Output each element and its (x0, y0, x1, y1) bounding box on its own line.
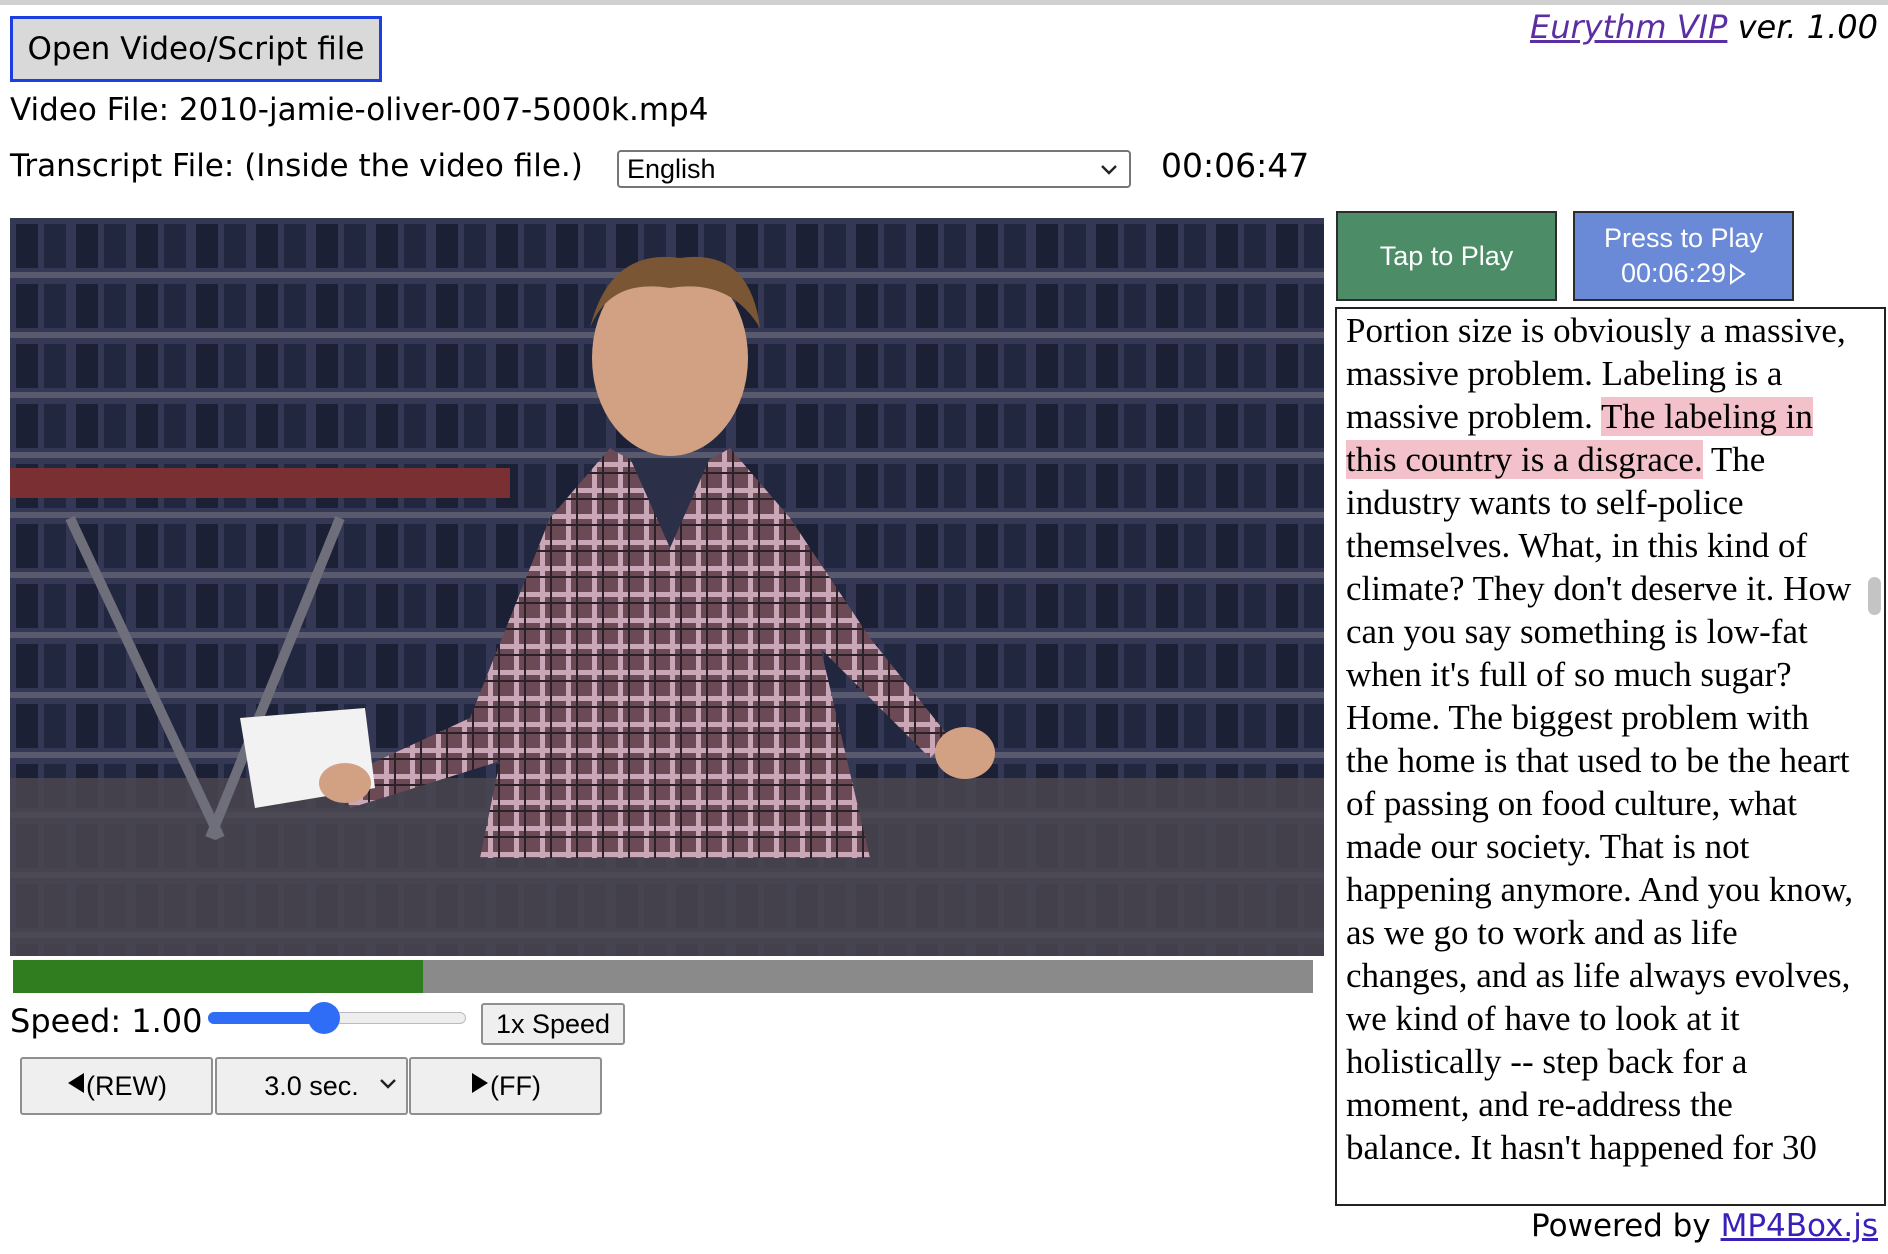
transcript-file-value: (Inside the video file.) (244, 148, 583, 184)
play-outline-icon (1728, 262, 1746, 286)
app-brand: Eurythm VIP ver. 1.00 (1530, 8, 1878, 46)
language-selected: English (627, 153, 716, 184)
transcript-text-after: The industry wants to self-police themse… (1346, 440, 1854, 1167)
reset-speed-button[interactable]: 1x Speed (481, 1003, 625, 1045)
brand-version: ver. 1.00 (1737, 8, 1878, 46)
video-file-label: Video File: (10, 92, 170, 128)
speed-value: 1.00 (131, 1002, 203, 1040)
triangle-left-icon (66, 1071, 86, 1102)
video-file-info: Video File: 2010-jamie-oliver-007-5000k.… (10, 92, 708, 128)
top-border (0, 0, 1888, 5)
open-file-button[interactable]: Open Video/Script file (10, 16, 382, 82)
fastforward-button[interactable]: (FF) (409, 1057, 602, 1115)
step-size-select[interactable]: 3.0 sec. (215, 1057, 408, 1115)
press-button-time: 00:06:29 (1620, 258, 1727, 288)
video-file-name: 2010-jamie-oliver-007-5000k.mp4 (178, 92, 709, 128)
playback-progress-bar[interactable] (13, 960, 1313, 993)
transcript-file-label: Transcript File: (10, 148, 235, 184)
speed-slider-thumb[interactable] (308, 1002, 341, 1034)
transcript-text: Portion size is obviously a massive, mas… (1346, 309, 1856, 1169)
press-to-play-button[interactable]: Press to Play 00:06:29 (1573, 211, 1794, 301)
video-frame-image (10, 218, 1324, 956)
speed-display: Speed: 1.00 (10, 1002, 203, 1040)
speed-slider[interactable] (208, 1002, 466, 1034)
chevron-down-icon (378, 1071, 398, 1101)
speed-slider-fill (208, 1012, 325, 1024)
triangle-right-icon (470, 1071, 490, 1102)
mp4box-link[interactable]: MP4Box.js (1721, 1208, 1878, 1244)
current-time: 00:06:47 (1161, 146, 1310, 185)
press-button-label: Press to Play (1603, 223, 1764, 253)
rewind-label: (REW) (86, 1070, 167, 1101)
speed-label: Speed: (10, 1002, 122, 1040)
fastforward-label: (FF) (490, 1070, 541, 1101)
video-player[interactable] (10, 218, 1324, 956)
press-button-time-row: 00:06:29 (1621, 256, 1746, 291)
transcript-scrollbar-thumb[interactable] (1868, 577, 1881, 615)
tap-to-play-button[interactable]: Tap to Play (1336, 211, 1557, 301)
brand-link[interactable]: Eurythm VIP (1530, 8, 1727, 46)
language-select[interactable]: English (617, 150, 1131, 188)
playback-progress-fill (13, 960, 423, 993)
powered-by: Powered by MP4Box.js (1531, 1208, 1878, 1244)
transcript-panel[interactable]: Portion size is obviously a massive, mas… (1335, 307, 1886, 1206)
powered-by-label: Powered by (1531, 1208, 1711, 1244)
transcript-file-info: Transcript File: (Inside the video file.… (10, 148, 583, 184)
step-size-selected: 3.0 sec. (264, 1070, 359, 1101)
rewind-button[interactable]: (REW) (20, 1057, 213, 1115)
chevron-down-icon (1099, 157, 1119, 187)
